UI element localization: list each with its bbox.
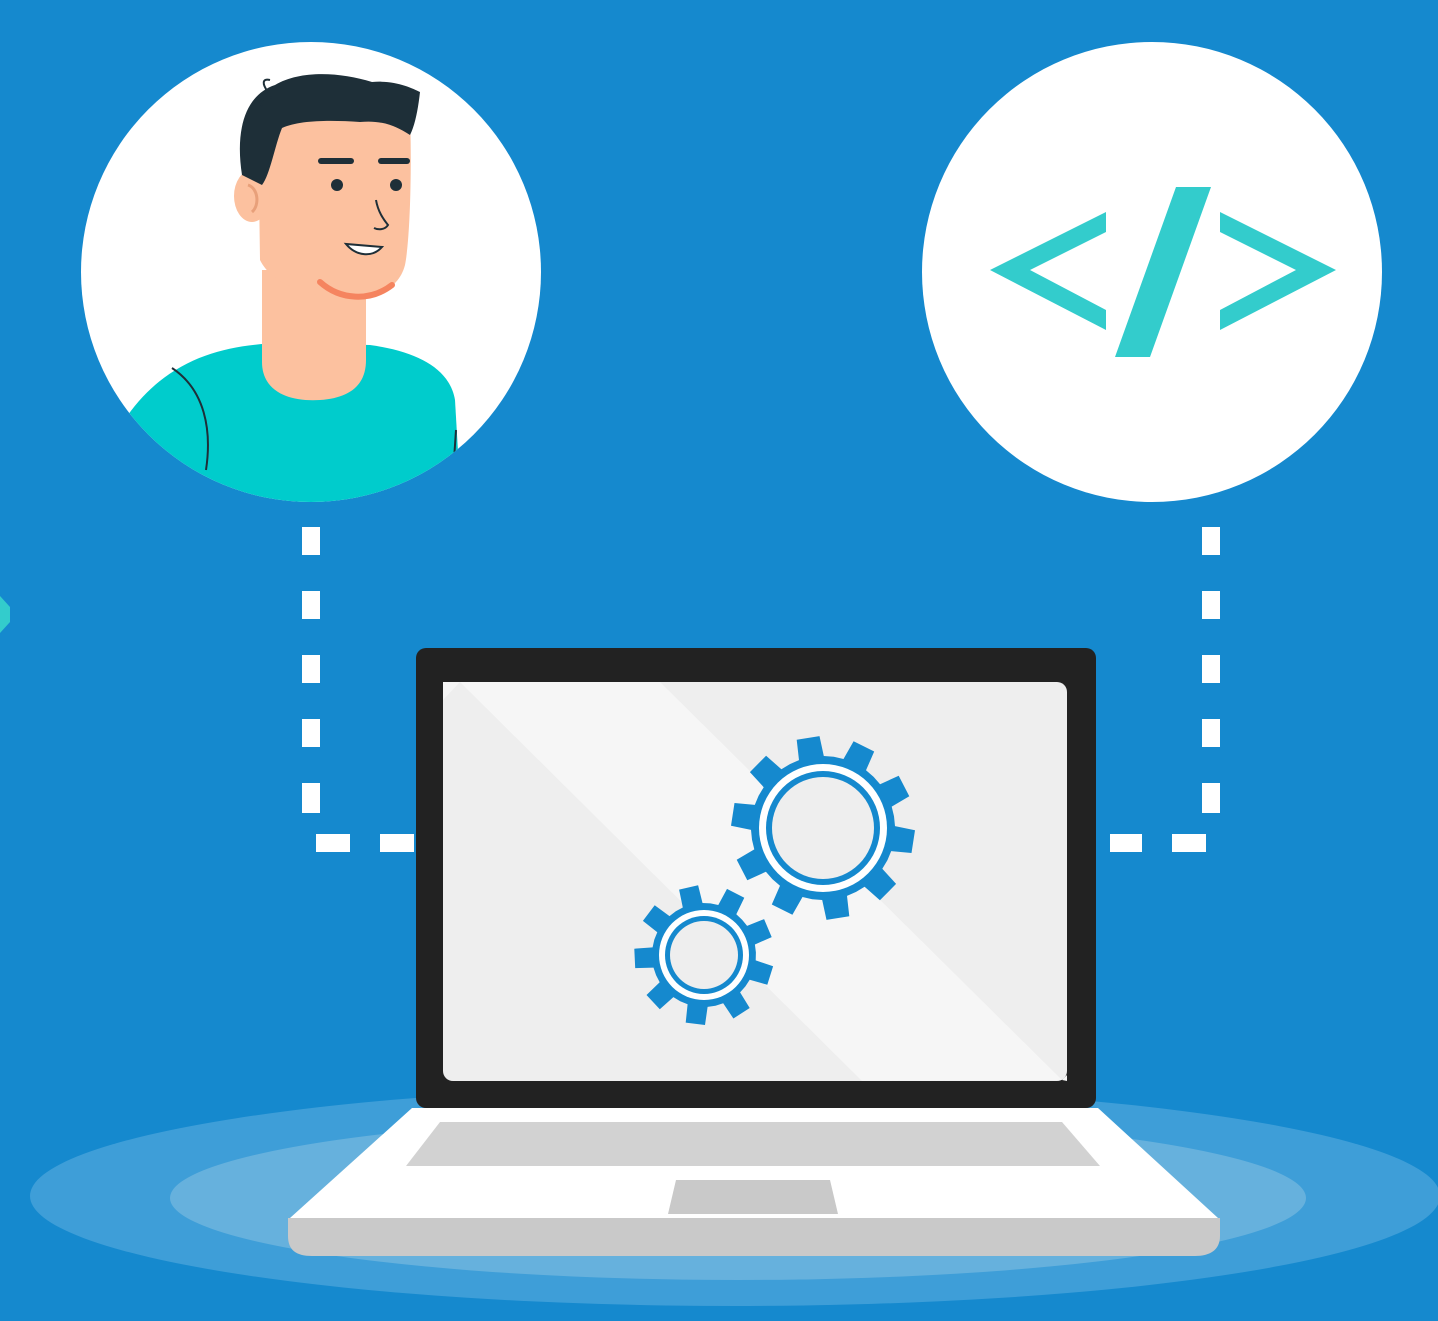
face	[258, 115, 411, 299]
trackpad	[668, 1180, 838, 1214]
laptop-base-shadow	[288, 1218, 1220, 1256]
connector-left	[302, 527, 414, 852]
keyboard	[406, 1122, 1100, 1166]
code-brackets-icon	[922, 42, 1382, 502]
person-avatar-icon	[81, 42, 541, 502]
gear-hole	[670, 921, 738, 989]
connector-right	[1110, 527, 1220, 852]
arrow-right-icon	[0, 596, 10, 633]
illustration-canvas	[0, 42, 1438, 1306]
gear-hole	[772, 777, 874, 879]
